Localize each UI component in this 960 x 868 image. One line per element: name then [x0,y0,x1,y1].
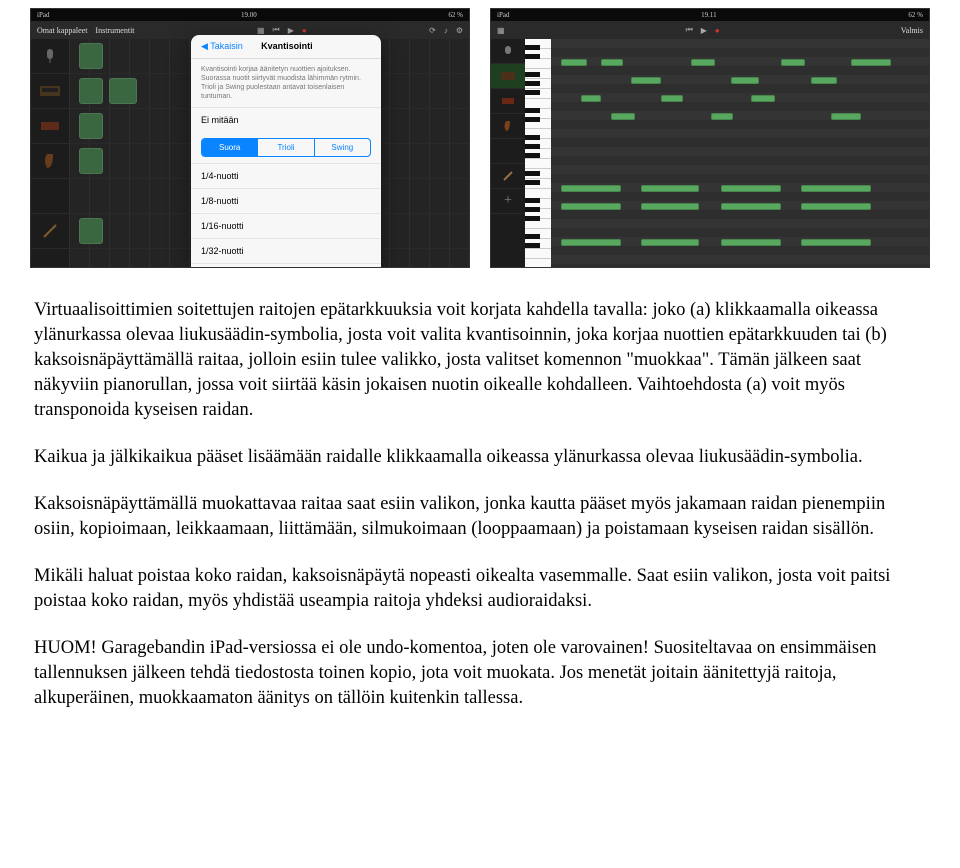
midi-note[interactable] [641,203,699,210]
segment-swing[interactable]: Swing [315,139,370,156]
track-icon-piano[interactable] [31,74,69,109]
midi-note[interactable] [731,77,759,84]
paragraph: Mikäli haluat poistaa koko raidan, kakso… [34,564,926,614]
paragraph: HUOM! Garagebandin iPad-versiossa ei ole… [34,636,926,711]
mini-track-selected[interactable] [491,64,525,89]
audio-clip[interactable] [79,113,103,139]
time-label: 19.00 [241,11,257,19]
mini-track[interactable] [491,89,525,114]
track-icon-mic[interactable] [31,39,69,74]
screenshot-pianoroll: iPad 19.11 62 % ▦ ⏮ ▶ ● Valmis + [490,8,930,268]
track-icon-strings[interactable] [31,144,69,179]
play-icon[interactable]: ▶ [288,26,294,35]
midi-note[interactable] [851,59,891,66]
rewind-icon[interactable]: ⏮ [686,25,693,35]
quantize-option[interactable]: 1/8-nuotti [191,188,381,213]
midi-note[interactable] [641,185,699,192]
audio-clip[interactable] [79,218,103,244]
mini-track[interactable] [491,164,525,189]
midi-note[interactable] [601,59,623,66]
screenshot-quantize: iPad 19.00 62 % Omat kappaleet Instrumen… [30,8,470,268]
time-label: 19.11 [701,11,717,19]
midi-note[interactable] [751,95,775,102]
audio-clip[interactable] [109,78,137,104]
segment-straight[interactable]: Suora [202,139,258,156]
midi-note[interactable] [561,203,621,210]
record-icon[interactable]: ● [302,26,307,35]
audio-clip[interactable] [79,78,103,104]
track-icon-empty[interactable] [31,179,69,214]
midi-note[interactable] [641,239,699,246]
quantize-option[interactable]: 1/16-nuotti [191,213,381,238]
loop-icon[interactable]: ⟳ [429,26,436,35]
device-label: iPad [497,11,509,19]
toolbar-icon[interactable]: ▦ [497,26,505,35]
audio-clip[interactable] [79,148,103,174]
mini-track[interactable] [491,139,525,164]
quantize-option[interactable]: 1/32-nuotti [191,238,381,263]
paragraph: Virtuaalisoittimien soitettujen raitojen… [34,298,926,423]
quantize-popover: ◀ Takaisin Kvantisointi Kvantisointi kor… [191,35,381,268]
segment-triplet[interactable]: Trioli [258,139,314,156]
track-icon-guitar[interactable] [31,214,69,249]
midi-note[interactable] [631,77,661,84]
device-label: iPad [37,11,49,19]
midi-note[interactable] [801,239,871,246]
piano-keys[interactable] [525,39,551,267]
battery-label: 62 % [908,11,923,19]
settings-icon[interactable]: ⚙ [456,26,463,35]
mixer-icon[interactable]: ♪ [444,26,448,35]
midi-note[interactable] [581,95,601,102]
toolbar-icon[interactable]: ▦ [257,26,265,35]
midi-note[interactable] [721,203,781,210]
battery-label: 62 % [448,11,463,19]
midi-note[interactable] [721,185,781,192]
paragraph: Kaikua ja jälkikaikua pääset lisäämään r… [34,445,926,470]
paragraph: Kaksoisnäpäyttämällä muokattavaa raitaa … [34,492,926,542]
instruments-button[interactable]: Instrumentit [95,26,134,35]
screenshots-row: iPad 19.00 62 % Omat kappaleet Instrumen… [0,0,960,288]
my-songs-button[interactable]: Omat kappaleet [37,26,87,35]
midi-note[interactable] [781,59,805,66]
midi-note[interactable] [831,113,861,120]
popover-title: Kvantisointi [261,41,313,52]
tracks-column [31,39,69,267]
done-button[interactable]: Valmis [901,26,923,35]
midi-note[interactable] [811,77,837,84]
mini-tracks: + [491,39,525,267]
rewind-icon[interactable]: ⏮ [273,25,280,35]
mini-track[interactable] [491,39,525,64]
midi-note[interactable] [661,95,683,102]
quantize-none-row[interactable]: Ei mitään [191,107,381,132]
app-toolbar: ▦ ⏮ ▶ ● Valmis [491,21,929,39]
midi-note[interactable] [561,185,621,192]
record-icon[interactable]: ● [715,26,720,35]
quantize-segments: Suora Trioli Swing [201,138,371,157]
quantize-option[interactable]: 1/64-nuotti [191,263,381,268]
piano-roll-grid[interactable] [551,39,929,267]
midi-note[interactable] [691,59,715,66]
back-button[interactable]: ◀ Takaisin [201,41,243,52]
status-bar: iPad 19.11 62 % [491,9,929,21]
status-bar: iPad 19.00 62 % [31,9,469,21]
midi-note[interactable] [561,59,587,66]
quantize-option[interactable]: 1/4-nuotti [191,163,381,188]
audio-clip[interactable] [79,43,103,69]
mini-track[interactable] [491,114,525,139]
midi-note[interactable] [721,239,781,246]
add-track-button[interactable]: + [491,189,525,214]
midi-note[interactable] [801,203,871,210]
document-body: Virtuaalisoittimien soitettujen raitojen… [0,288,960,763]
midi-note[interactable] [801,185,871,192]
midi-note[interactable] [711,113,733,120]
track-icon-organ[interactable] [31,109,69,144]
play-icon[interactable]: ▶ [701,26,707,35]
midi-note[interactable] [611,113,635,120]
popover-description: Kvantisointi korjaa äänitetyn nuottien a… [191,59,381,107]
midi-note[interactable] [561,239,621,246]
